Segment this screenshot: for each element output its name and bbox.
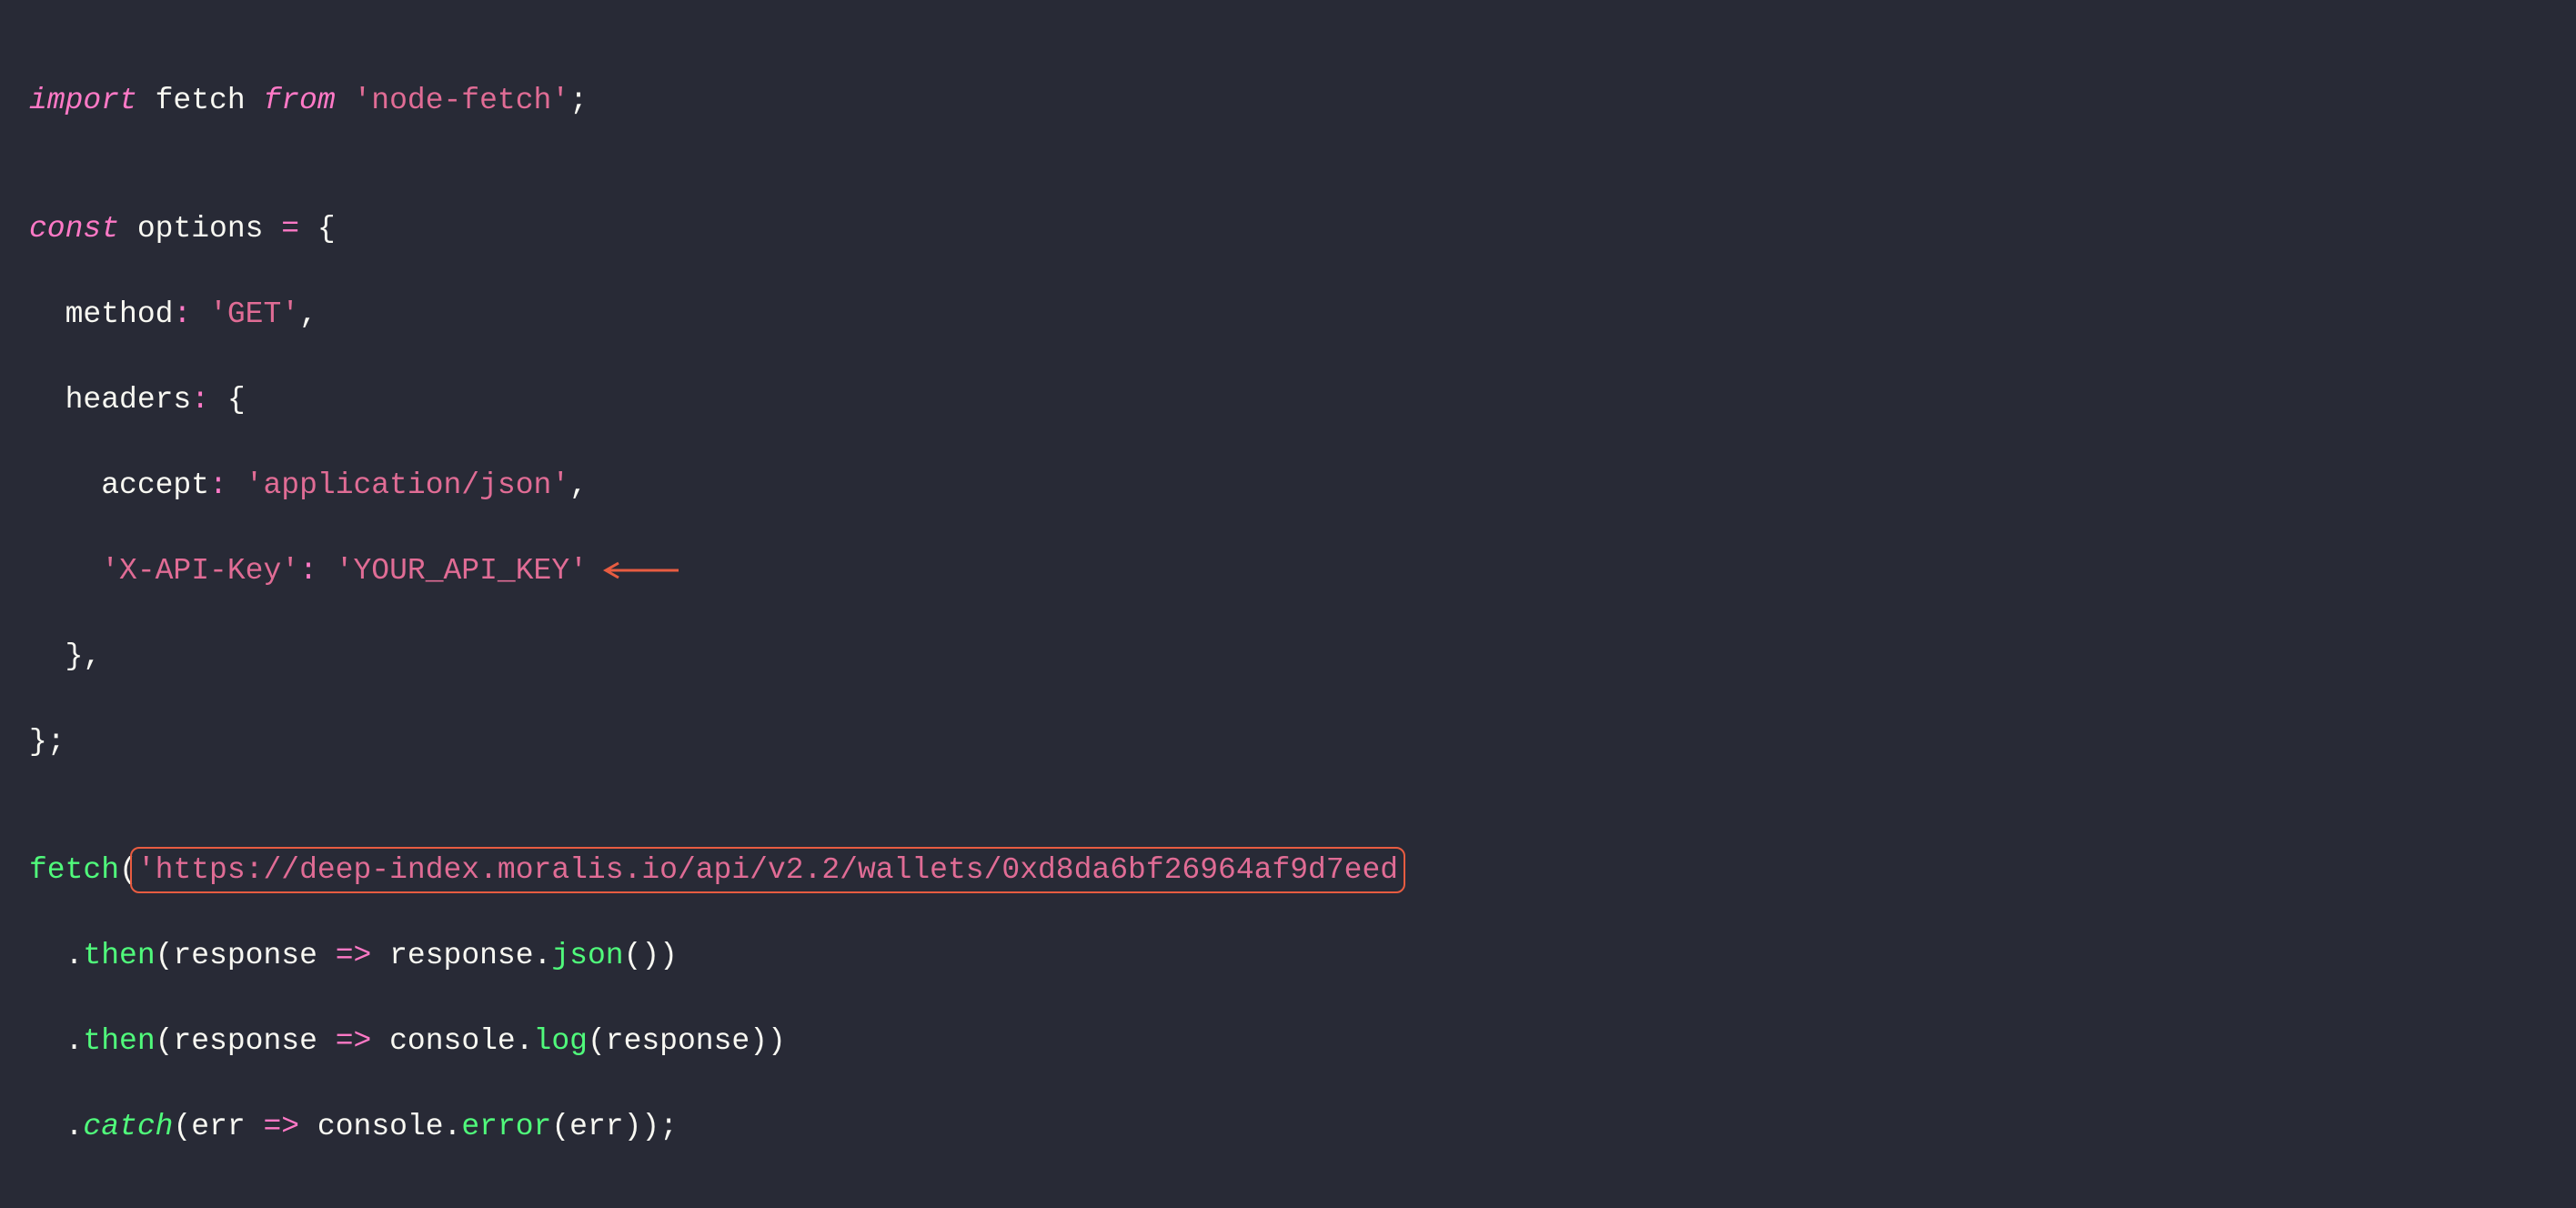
keyword-import: import xyxy=(29,84,137,117)
function-log: log xyxy=(534,1024,588,1058)
code-line-4: method: 'GET', xyxy=(29,293,2547,336)
identifier-fetch: fetch xyxy=(137,84,264,117)
code-line-12: .then(response => response.json()) xyxy=(29,934,2547,977)
code-line-14: .catch(err => console.error(err)); xyxy=(29,1105,2547,1148)
operator-arrow: => xyxy=(246,1110,317,1143)
punct-tail: (response)) xyxy=(588,1024,786,1058)
key-headers: headers xyxy=(65,383,192,417)
identifier-console: console. xyxy=(317,1110,461,1143)
param-err: err xyxy=(191,1110,245,1143)
function-then: then xyxy=(83,1024,155,1058)
code-line-1: import fetch from 'node-fetch'; xyxy=(29,79,2547,122)
punct-semicolon: ; xyxy=(569,84,588,117)
function-then: then xyxy=(83,939,155,972)
code-line-7: 'X-API-Key': 'YOUR_API_KEY' xyxy=(29,549,2547,592)
code-line-13: .then(response => console.log(response)) xyxy=(29,1020,2547,1062)
punct-brace-close: }; xyxy=(29,725,65,759)
string-module: 'node-fetch' xyxy=(336,84,569,117)
identifier-response: response. xyxy=(389,939,551,972)
function-error: error xyxy=(461,1110,551,1143)
code-line-11: fetch('https://deep-index.moralis.io/api… xyxy=(29,849,2547,891)
punct-paren-open: ( xyxy=(156,1024,174,1058)
punct-tail: ()) xyxy=(624,939,678,972)
arrow-left-icon xyxy=(599,559,680,581)
code-line-5: headers: { xyxy=(29,378,2547,421)
function-fetch: fetch xyxy=(29,853,119,887)
punct-comma: , xyxy=(299,297,317,331)
punct-tail: (err)); xyxy=(551,1110,678,1143)
key-accept: accept xyxy=(101,468,209,502)
punct-paren-open: ( xyxy=(173,1110,191,1143)
param-response: response xyxy=(173,1024,317,1058)
string-url: 'https://deep-index.moralis.io/api/v2.2/… xyxy=(137,853,1398,887)
identifier-options: options xyxy=(119,212,281,246)
highlight-url-box: 'https://deep-index.moralis.io/api/v2.2/… xyxy=(130,847,1405,893)
operator-colon: : xyxy=(173,297,191,331)
operator-colon: : xyxy=(209,468,227,502)
param-response: response xyxy=(173,939,317,972)
operator-arrow: => xyxy=(317,939,389,972)
function-json: json xyxy=(551,939,623,972)
operator-eq: = xyxy=(281,212,299,246)
code-editor[interactable]: import fetch from 'node-fetch'; const op… xyxy=(0,0,2576,1208)
keyword-const: const xyxy=(29,212,119,246)
string-accept-val: 'application/json' xyxy=(246,468,569,502)
operator-arrow: => xyxy=(317,1024,389,1058)
operator-colon: : xyxy=(191,383,209,417)
string-get: 'GET' xyxy=(209,297,299,331)
punct-comma: , xyxy=(569,468,588,502)
string-api-key-header: 'X-API-Key' xyxy=(101,554,299,588)
punct-brace-open: { xyxy=(299,212,336,246)
operator-colon: : xyxy=(299,554,317,588)
key-method: method xyxy=(65,297,174,331)
keyword-from: from xyxy=(263,84,335,117)
string-api-key-value: 'YOUR_API_KEY' xyxy=(336,554,588,588)
function-catch: catch xyxy=(83,1110,173,1143)
punct-paren-open: ( xyxy=(156,939,174,972)
code-line-3: const options = { xyxy=(29,207,2547,250)
code-line-9: }; xyxy=(29,720,2547,763)
punct-brace-open: { xyxy=(209,383,246,417)
punct-brace-close: }, xyxy=(65,639,102,673)
code-line-6: accept: 'application/json', xyxy=(29,464,2547,507)
identifier-console: console. xyxy=(389,1024,533,1058)
code-line-8: }, xyxy=(29,635,2547,678)
